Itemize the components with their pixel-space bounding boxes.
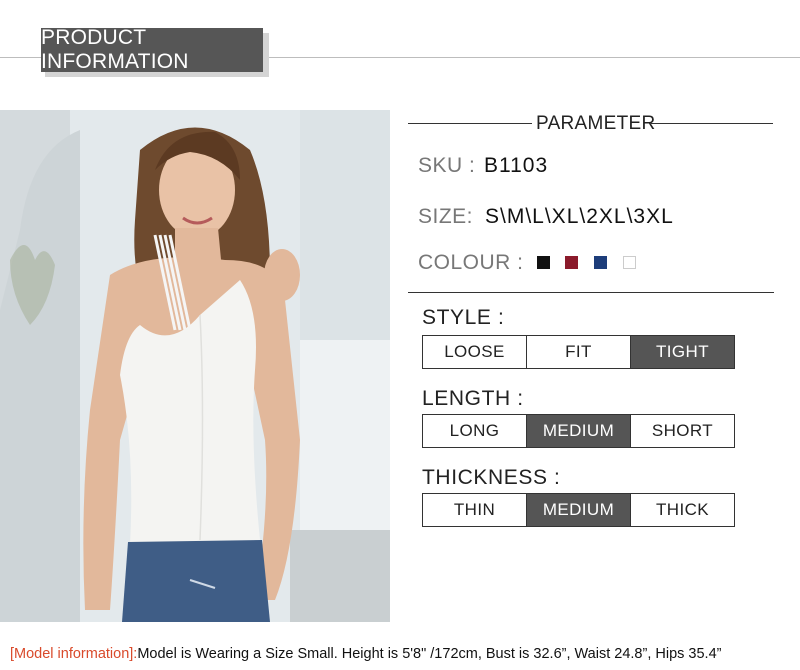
length-option-long[interactable]: LONG [423, 415, 527, 447]
model-information-text: Model is Wearing a Size Small. Height is… [137, 646, 722, 662]
parameter-rule-right [651, 123, 773, 124]
size-label: SIZE: [418, 205, 474, 228]
model-information-label: [Model information]: [10, 646, 138, 662]
parameter-title: PARAMETER [536, 113, 656, 134]
model-information: [Model information]:Model is Wearing a S… [10, 646, 721, 662]
section-divider [408, 292, 774, 293]
style-option-fit[interactable]: FIT [527, 336, 631, 368]
colour-swatch-white[interactable] [623, 256, 636, 269]
colour-label: COLOUR : [418, 251, 524, 274]
style-label: STYLE : [422, 306, 505, 329]
thickness-label: THICKNESS : [422, 466, 561, 489]
style-option-tight[interactable]: TIGHT [631, 336, 734, 368]
colour-swatch-black[interactable] [537, 256, 550, 269]
product-photo [0, 110, 390, 622]
colour-swatch-navy[interactable] [594, 256, 607, 269]
length-options: LONG MEDIUM SHORT [422, 414, 735, 448]
sku-value: B1103 [484, 154, 549, 177]
length-option-short[interactable]: SHORT [631, 415, 734, 447]
style-options: LOOSE FIT TIGHT [422, 335, 735, 369]
section-title: PRODUCT INFORMATION [41, 26, 263, 73]
length-label: LENGTH : [422, 387, 524, 410]
thickness-option-medium[interactable]: MEDIUM [527, 494, 631, 526]
size-value: S\M\L\XL\2XL\3XL [485, 205, 674, 228]
style-option-loose[interactable]: LOOSE [423, 336, 527, 368]
colour-swatch-burgundy[interactable] [565, 256, 578, 269]
parameter-rule-left [408, 123, 532, 124]
thickness-options: THIN MEDIUM THICK [422, 493, 735, 527]
sku-label: SKU : [418, 154, 476, 177]
thickness-option-thin[interactable]: THIN [423, 494, 527, 526]
thickness-option-thick[interactable]: THICK [631, 494, 734, 526]
length-option-medium[interactable]: MEDIUM [527, 415, 631, 447]
